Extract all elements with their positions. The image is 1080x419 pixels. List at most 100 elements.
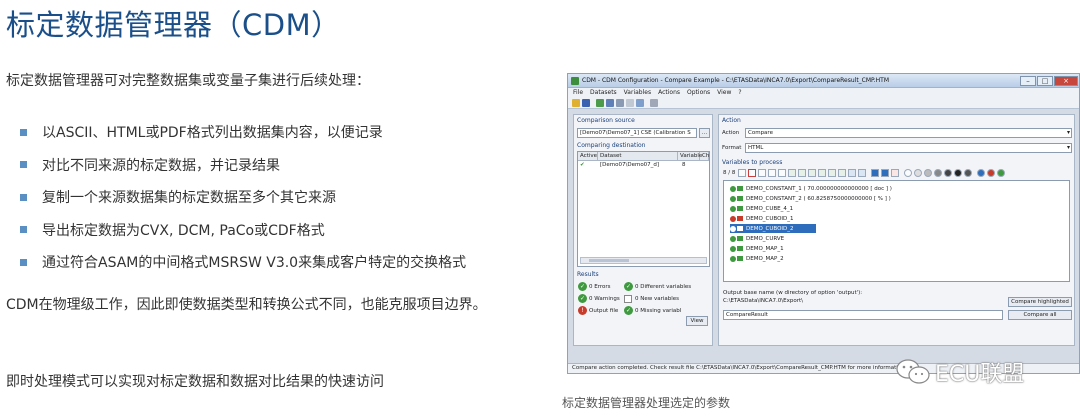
column-ch: Ch bbox=[702, 152, 710, 160]
list-icon[interactable] bbox=[616, 98, 624, 107]
cuboid-icon[interactable] bbox=[818, 169, 827, 177]
page-title: 标定数据管理器（CDM） bbox=[6, 8, 341, 42]
list-item[interactable]: DEMO_MAP_2 bbox=[730, 254, 784, 263]
variable-type-icon bbox=[737, 186, 743, 191]
list-item-selected[interactable]: DEMO_CUBOID_2 bbox=[730, 224, 816, 233]
minimize-icon[interactable]: – bbox=[1020, 75, 1036, 86]
format-label: Format bbox=[722, 145, 742, 151]
list-item[interactable]: DEMO_MAP_1 bbox=[730, 244, 784, 253]
list-item[interactable]: DEMO_CUBOID_1 bbox=[730, 214, 794, 223]
range-icon[interactable] bbox=[768, 169, 777, 177]
check-icon: ✓ bbox=[624, 306, 633, 315]
circle-half-icon[interactable] bbox=[924, 169, 933, 177]
missing-count: 0 Missing variabl bbox=[635, 308, 682, 314]
cube-icon[interactable] bbox=[828, 169, 837, 177]
filter-icon[interactable] bbox=[738, 169, 747, 177]
menu-actions[interactable]: Actions bbox=[658, 89, 680, 96]
list-item[interactable]: DEMO_CURVE bbox=[730, 234, 784, 243]
compare-all-button[interactable]: Compare all bbox=[1008, 310, 1072, 320]
maximize-icon[interactable]: □ bbox=[1037, 75, 1053, 86]
status-icon bbox=[730, 195, 736, 202]
circle-quarter-icon[interactable] bbox=[914, 169, 923, 177]
circle-empty-icon[interactable] bbox=[904, 169, 913, 177]
help-icon[interactable] bbox=[650, 98, 658, 107]
output-file-label: Output file bbox=[589, 308, 619, 314]
menu-options[interactable]: Options bbox=[687, 89, 710, 96]
list-item[interactable]: DEMO_CUBE_4_1 bbox=[730, 204, 793, 213]
intro-text: 标定数据管理器可对完整数据集或变量子集进行后续处理： bbox=[6, 73, 370, 89]
value-icon[interactable] bbox=[788, 169, 797, 177]
add-icon[interactable] bbox=[596, 98, 604, 107]
comparing-destination-label: Comparing destination bbox=[577, 142, 646, 149]
circle-three-quarter-icon[interactable] bbox=[934, 169, 943, 177]
errors-count: 0 Errors bbox=[589, 284, 611, 290]
status-icon bbox=[730, 205, 736, 212]
menu-datasets[interactable]: Datasets bbox=[590, 89, 617, 96]
list-item[interactable]: DEMO_CONSTANT_1 ( 70.000000000000000 [ d… bbox=[730, 184, 892, 193]
check-icon: ✓ bbox=[578, 294, 587, 303]
scroll-thumb[interactable] bbox=[589, 259, 629, 262]
copy-icon[interactable] bbox=[636, 98, 644, 107]
delete-icon[interactable] bbox=[758, 169, 767, 177]
results-label: Results bbox=[577, 271, 599, 278]
column-dataset: Dataset bbox=[598, 152, 678, 160]
circle-blue-icon[interactable] bbox=[977, 169, 986, 177]
curve-icon[interactable] bbox=[798, 169, 807, 177]
group-icon[interactable] bbox=[848, 169, 857, 177]
list-item: 复制一个来源数据集的标定数据至多个其它来源 bbox=[20, 181, 466, 214]
check-icon: ✓ bbox=[578, 282, 587, 291]
circle-dark-icon[interactable] bbox=[944, 169, 953, 177]
star-icon[interactable] bbox=[871, 169, 880, 177]
new-count: 0 New variables bbox=[635, 296, 680, 302]
dataset-cell: [Demo07\Demo07_d] bbox=[600, 162, 660, 168]
dataset-icon[interactable] bbox=[606, 98, 614, 107]
status-icon bbox=[730, 185, 736, 192]
output-base-label: Output base name (w directory of option … bbox=[723, 290, 863, 296]
circle-red-icon[interactable] bbox=[987, 169, 996, 177]
equal-icon[interactable] bbox=[881, 169, 890, 177]
circle-black-icon[interactable] bbox=[964, 169, 973, 177]
right-pane: Action Action Compare ▾ Format HTML ▾ Vari… bbox=[718, 114, 1075, 346]
bullet-icon bbox=[20, 226, 27, 234]
list-item[interactable]: DEMO_CONSTANT_2 ( 60.8258750000000000 [ … bbox=[730, 194, 891, 203]
variable-cell: 8 bbox=[682, 162, 686, 168]
different-count: 0 Different variables bbox=[635, 284, 692, 290]
table-icon[interactable] bbox=[858, 169, 867, 177]
output-name-input[interactable]: CompareResult bbox=[723, 310, 1003, 320]
bullet-icon bbox=[20, 258, 27, 266]
menu-view[interactable]: View bbox=[717, 89, 731, 96]
sort-icon[interactable] bbox=[778, 169, 787, 177]
chevron-down-icon: ▾ bbox=[1066, 129, 1070, 136]
save-icon[interactable] bbox=[582, 98, 590, 107]
destination-table: Active Dataset Variable Ch ✔ [Demo07\Dem… bbox=[577, 151, 710, 267]
menu-file[interactable]: File bbox=[573, 89, 583, 96]
compare-highlighted-button[interactable]: Compare highlighted bbox=[1008, 297, 1072, 307]
action-field-label: Action bbox=[722, 130, 740, 136]
circle-green-icon[interactable] bbox=[997, 169, 1006, 177]
table-row[interactable]: ✔ [Demo07\Demo07_d] 8 bbox=[578, 161, 709, 170]
status-icon bbox=[730, 245, 736, 252]
close-icon[interactable]: × bbox=[1054, 75, 1078, 86]
browse-button[interactable]: ... bbox=[699, 128, 710, 138]
circle-full-icon[interactable] bbox=[954, 169, 963, 177]
open-icon[interactable] bbox=[572, 98, 580, 107]
variable-type-icon bbox=[737, 196, 743, 201]
menu-variables[interactable]: Variables bbox=[624, 89, 651, 96]
comparison-source-field[interactable]: [Demo07\Demo07_1] CSE (Calibration S bbox=[577, 128, 697, 138]
check-icon: ✔ bbox=[580, 162, 585, 168]
axis-icon[interactable] bbox=[838, 169, 847, 177]
format-select[interactable]: HTML ▾ bbox=[745, 143, 1072, 153]
status-icon bbox=[730, 235, 736, 242]
menu-bar: File Datasets Variables Actions Options … bbox=[568, 88, 1079, 97]
menu-help[interactable]: ? bbox=[738, 89, 741, 96]
horizontal-scrollbar[interactable] bbox=[580, 257, 707, 264]
settings-icon[interactable] bbox=[626, 98, 634, 107]
comparison-source-label: Comparison source bbox=[577, 117, 635, 124]
feature-list: 以ASCII、HTML或PDF格式列出数据集内容，以便记录 对比不同来源的标定数… bbox=[20, 116, 466, 279]
view-button[interactable]: View bbox=[686, 316, 708, 326]
expand-icon[interactable] bbox=[748, 169, 757, 177]
not-equal-icon[interactable] bbox=[891, 169, 900, 177]
chevron-down-icon: ▾ bbox=[1066, 144, 1070, 151]
action-select[interactable]: Compare ▾ bbox=[745, 128, 1072, 138]
map-icon[interactable] bbox=[808, 169, 817, 177]
